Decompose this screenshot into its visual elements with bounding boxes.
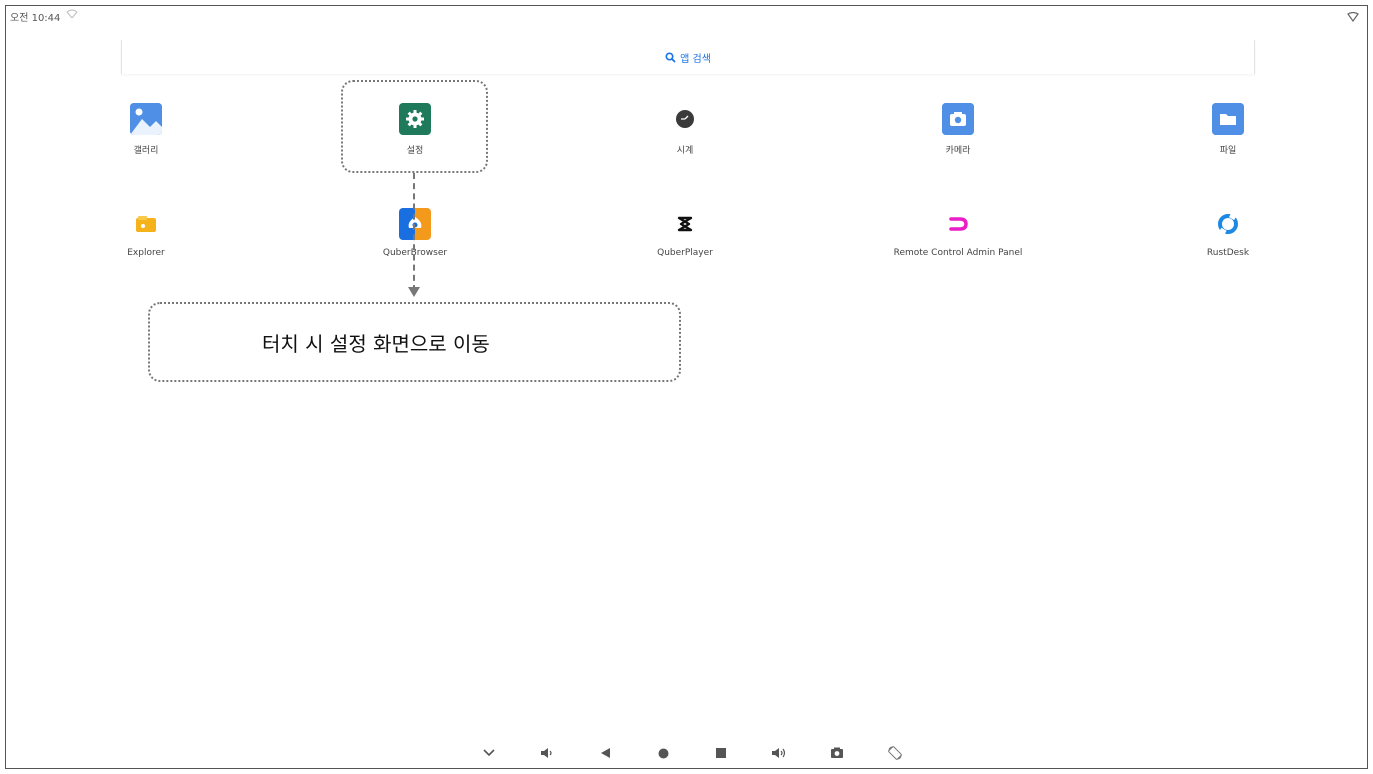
app-search-bar[interactable]: 앱 검색 <box>121 40 1255 74</box>
folder-icon <box>1212 103 1244 135</box>
wifi-status-icon <box>66 9 78 21</box>
volume-down-icon[interactable] <box>535 744 559 762</box>
app-gallery[interactable]: 갤러리 <box>61 103 231 156</box>
gallery-icon <box>130 103 162 135</box>
wifi-signal-icon <box>1347 7 1359 26</box>
search-label: 앱 검색 <box>680 53 711 65</box>
app-remote-control-admin-panel[interactable]: Remote Control Admin Panel <box>873 208 1043 258</box>
search-icon <box>665 51 676 63</box>
annotation-arrow-line <box>413 173 415 291</box>
clock-icon <box>669 103 701 135</box>
app-clock[interactable]: 시계 <box>600 103 770 156</box>
app-label: RustDesk <box>1206 248 1250 258</box>
camera-icon <box>942 103 974 135</box>
app-label: 시계 <box>676 146 694 156</box>
app-label: 갤러리 <box>133 146 159 156</box>
app-camera[interactable]: 카메라 <box>873 103 1043 156</box>
app-rustdesk[interactable]: RustDesk <box>1143 208 1313 258</box>
recents-icon[interactable] <box>709 744 733 762</box>
app-explorer[interactable]: Explorer <box>61 208 231 258</box>
app-label: Remote Control Admin Panel <box>893 248 1023 258</box>
app-files[interactable]: 파일 <box>1143 103 1313 156</box>
app-label: 카메라 <box>945 146 971 156</box>
quberbrowser-icon <box>399 208 431 240</box>
status-time: 오전 10:44 <box>10 13 61 24</box>
rotate-icon[interactable] <box>883 744 907 762</box>
screenshot-icon[interactable] <box>825 744 849 762</box>
quberplayer-icon <box>669 208 701 240</box>
app-label: Explorer <box>127 248 165 258</box>
app-label: 파일 <box>1219 146 1237 156</box>
app-quberplayer[interactable]: QuberPlayer <box>600 208 770 258</box>
remote-control-icon <box>942 208 974 240</box>
chevron-down-icon[interactable] <box>477 744 501 762</box>
home-icon[interactable] <box>651 744 675 762</box>
rustdesk-icon <box>1212 208 1244 240</box>
app-quberbrowser[interactable]: QuberBrowser <box>330 208 500 258</box>
settings-highlight-box <box>341 80 488 173</box>
volume-up-icon[interactable] <box>767 744 791 762</box>
arrow-down-icon <box>408 287 420 297</box>
app-label: QuberBrowser <box>382 248 448 258</box>
navigation-bar <box>477 744 907 762</box>
annotation-text: 터치 시 설정 화면으로 이동 <box>262 331 490 356</box>
explorer-folder-icon <box>130 208 162 240</box>
app-label: QuberPlayer <box>657 248 713 258</box>
annotation-callout: 터치 시 설정 화면으로 이동 <box>148 302 681 382</box>
back-icon[interactable] <box>593 744 617 762</box>
